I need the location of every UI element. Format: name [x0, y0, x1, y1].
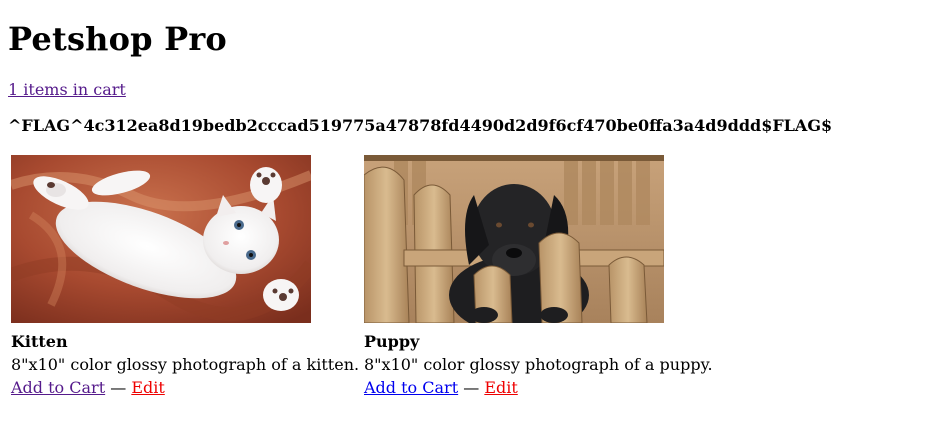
product-description: 8"x10" color glossy photograph of a pupp…: [364, 355, 713, 374]
product-card-puppy: Puppy 8"x10" color glossy photograph of …: [361, 152, 714, 399]
edit-link[interactable]: Edit: [484, 378, 517, 397]
cart-link[interactable]: 1 items in cart: [8, 80, 126, 100]
page-title: Petshop Pro: [8, 20, 227, 58]
flag-text: ^FLAG^4c312ea8d19bedb2cccad519775a47878f…: [8, 116, 833, 135]
add-to-cart-link[interactable]: Add to Cart: [11, 378, 105, 397]
edit-link[interactable]: Edit: [131, 378, 164, 397]
product-description: 8"x10" color glossy photograph of a kitt…: [11, 355, 360, 374]
product-list: Kitten 8"x10" color glossy photograph of…: [8, 152, 714, 399]
product-name: Kitten: [11, 332, 68, 351]
product-actions: Add to Cart — Edit: [364, 376, 714, 399]
separator: —: [110, 378, 127, 397]
product-actions: Add to Cart — Edit: [11, 376, 361, 399]
add-to-cart-link[interactable]: Add to Cart: [364, 378, 458, 397]
puppy-photo: [364, 155, 664, 323]
kitten-photo: [11, 155, 311, 323]
product-card-kitten: Kitten 8"x10" color glossy photograph of…: [8, 152, 361, 399]
separator: —: [463, 378, 480, 397]
product-name: Puppy: [364, 332, 420, 351]
